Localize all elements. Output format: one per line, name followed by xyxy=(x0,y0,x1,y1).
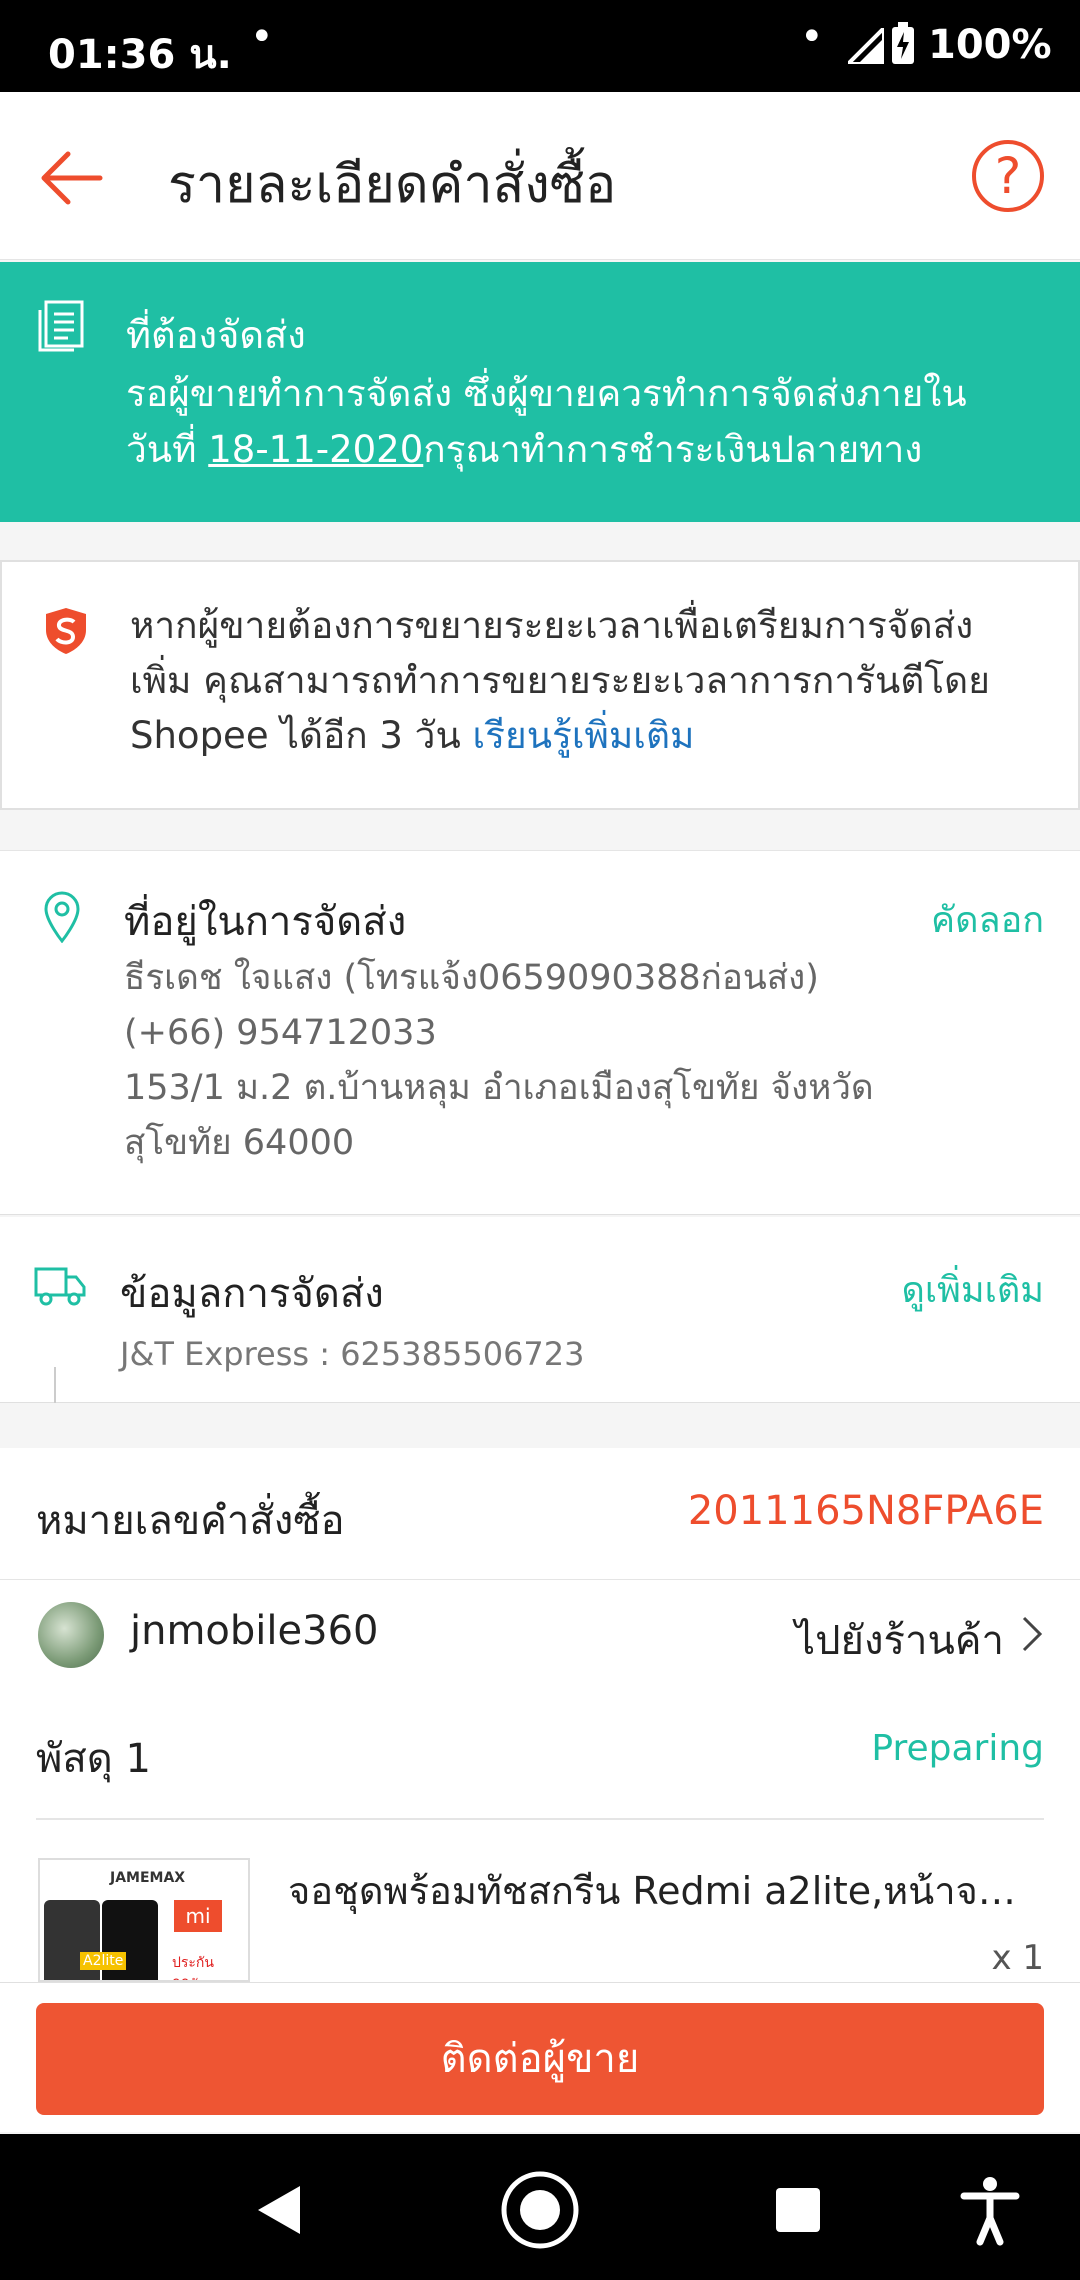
notification-dot: • xyxy=(800,14,824,60)
shipping-info-section[interactable]: ข้อมูลการจัดส่ง ดูเพิ่มเติม J&T Express … xyxy=(0,1217,1080,1403)
banner-title: ที่ต้องจัดส่ง xyxy=(126,313,306,357)
banner-text-part: กรุณาทำการชำระเงินปลายทาง xyxy=(423,428,923,471)
divider xyxy=(36,1818,1044,1820)
address-details: ธีรเดช ใจแสง (โทรแจ้ง0659090388ก่อนส่ง) … xyxy=(124,951,1024,1171)
shop-name: jnmobile360 xyxy=(130,1608,379,1654)
thumb-brand: JAMEMAX xyxy=(110,1870,186,1886)
shop-avatar xyxy=(38,1602,104,1668)
document-icon xyxy=(38,300,84,352)
view-more-link[interactable]: ดูเพิ่มเติม xyxy=(901,1261,1044,1318)
guarantee-notice: หากผู้ขายต้องการขยายระยะเวลาเพื่อเตรียมก… xyxy=(0,560,1080,810)
truck-icon xyxy=(34,1267,86,1306)
system-nav-bar xyxy=(0,2134,1080,2280)
help-button[interactable]: ? xyxy=(972,140,1044,212)
recipient-name: ธีรเดช ใจแสง (โทรแจ้ง0659090388ก่อนส่ง) xyxy=(124,958,819,998)
ship-by-date: 18-11-2020 xyxy=(208,428,424,471)
tracking-number: J&T Express : 625385506723 xyxy=(120,1335,585,1373)
battery-icon xyxy=(892,22,914,64)
accessibility-icon[interactable] xyxy=(950,2170,1030,2250)
app-bar: รายละเอียดคำสั่งซื้อ ? xyxy=(0,92,1080,260)
footer-bar: ติดต่อผู้ขาย xyxy=(0,1982,1080,2132)
shipping-info-title: ข้อมูลการจัดส่ง xyxy=(120,1271,384,1317)
chevron-right-icon xyxy=(1022,1616,1043,1652)
parcel-title: พัสดุ 1 xyxy=(36,1736,151,1782)
shipping-address-section: ที่อยู่ในการจัดส่ง คัดลอก ธีรเดช ใจแสง (… xyxy=(0,850,1080,1215)
address-title: ที่อยู่ในการจัดส่ง xyxy=(124,899,407,945)
page-title: รายละเอียดคำสั่งซื้อ xyxy=(168,155,617,215)
address-line: 153/1 ม.2 ต.บ้านหลุม อำเภอเมืองสุโขทัย จ… xyxy=(124,1068,874,1108)
order-number-value: 2011165N8FPA6E xyxy=(687,1488,1044,1534)
status-bar: 01:36 น. • • 100% xyxy=(0,0,1080,92)
recents-square-icon[interactable] xyxy=(758,2170,838,2250)
shop-row[interactable]: jnmobile360 ไปยังร้านค้า xyxy=(0,1580,1080,1688)
product-thumbnail[interactable]: JAMEMAX mi A2lite ประกัน 99วัน xyxy=(38,1858,250,1982)
parcel-section: พัสดุ 1 Preparing JAMEMAX mi A2lite ประก… xyxy=(0,1688,1080,1982)
status-time: 01:36 น. xyxy=(48,32,232,78)
recipient-phone: (+66) 954712033 xyxy=(124,1013,437,1053)
order-number-label: หมายเลขคำสั่งซื้อ xyxy=(36,1498,345,1544)
home-circle-icon[interactable] xyxy=(500,2170,580,2250)
back-arrow-icon[interactable] xyxy=(36,142,108,214)
back-triangle-icon[interactable] xyxy=(240,2170,320,2250)
product-quantity: x 1 xyxy=(991,1938,1044,1978)
copy-address-button[interactable]: คัดลอก xyxy=(931,891,1044,948)
banner-text: รอผู้ขายทำการจัดส่ง ซึ่งผู้ขายควรทำการจั… xyxy=(126,366,1006,478)
shopee-guarantee-shield-icon xyxy=(46,608,86,654)
learn-more-link[interactable]: เรียนรู้เพิ่มเติม xyxy=(473,714,695,757)
order-status-banner: ที่ต้องจัดส่ง รอผู้ขายทำการจัดส่ง ซึ่งผู… xyxy=(0,262,1080,522)
contact-seller-button[interactable]: ติดต่อผู้ขาย xyxy=(36,2003,1044,2115)
signal-icon xyxy=(848,28,884,64)
battery-percent: 100% xyxy=(928,22,1052,68)
timeline-line xyxy=(54,1367,56,1403)
parcel-status: Preparing xyxy=(871,1728,1044,1769)
question-circle-icon: ? xyxy=(994,147,1022,205)
mi-logo: mi xyxy=(174,1900,222,1932)
product-name[interactable]: จอชุดพร้อมทัชสกรีน Redmi a2lite,หน้าจอ..… xyxy=(288,1860,1028,1921)
guarantee-text: หากผู้ขายต้องการขยายระยะเวลาเพื่อเตรียมก… xyxy=(130,598,1010,763)
thumb-warranty: ประกัน 99วัน xyxy=(172,1955,214,1980)
order-number-row: หมายเลขคำสั่งซื้อ 2011165N8FPA6E xyxy=(0,1448,1080,1580)
thumb-model-tag: A2lite xyxy=(80,1952,127,1970)
go-to-shop-link[interactable]: ไปยังร้านค้า xyxy=(795,1608,1004,1672)
notification-dot: • xyxy=(250,14,274,60)
location-pin-icon xyxy=(44,891,80,943)
address-line: สุโขทัย 64000 xyxy=(124,1123,355,1163)
